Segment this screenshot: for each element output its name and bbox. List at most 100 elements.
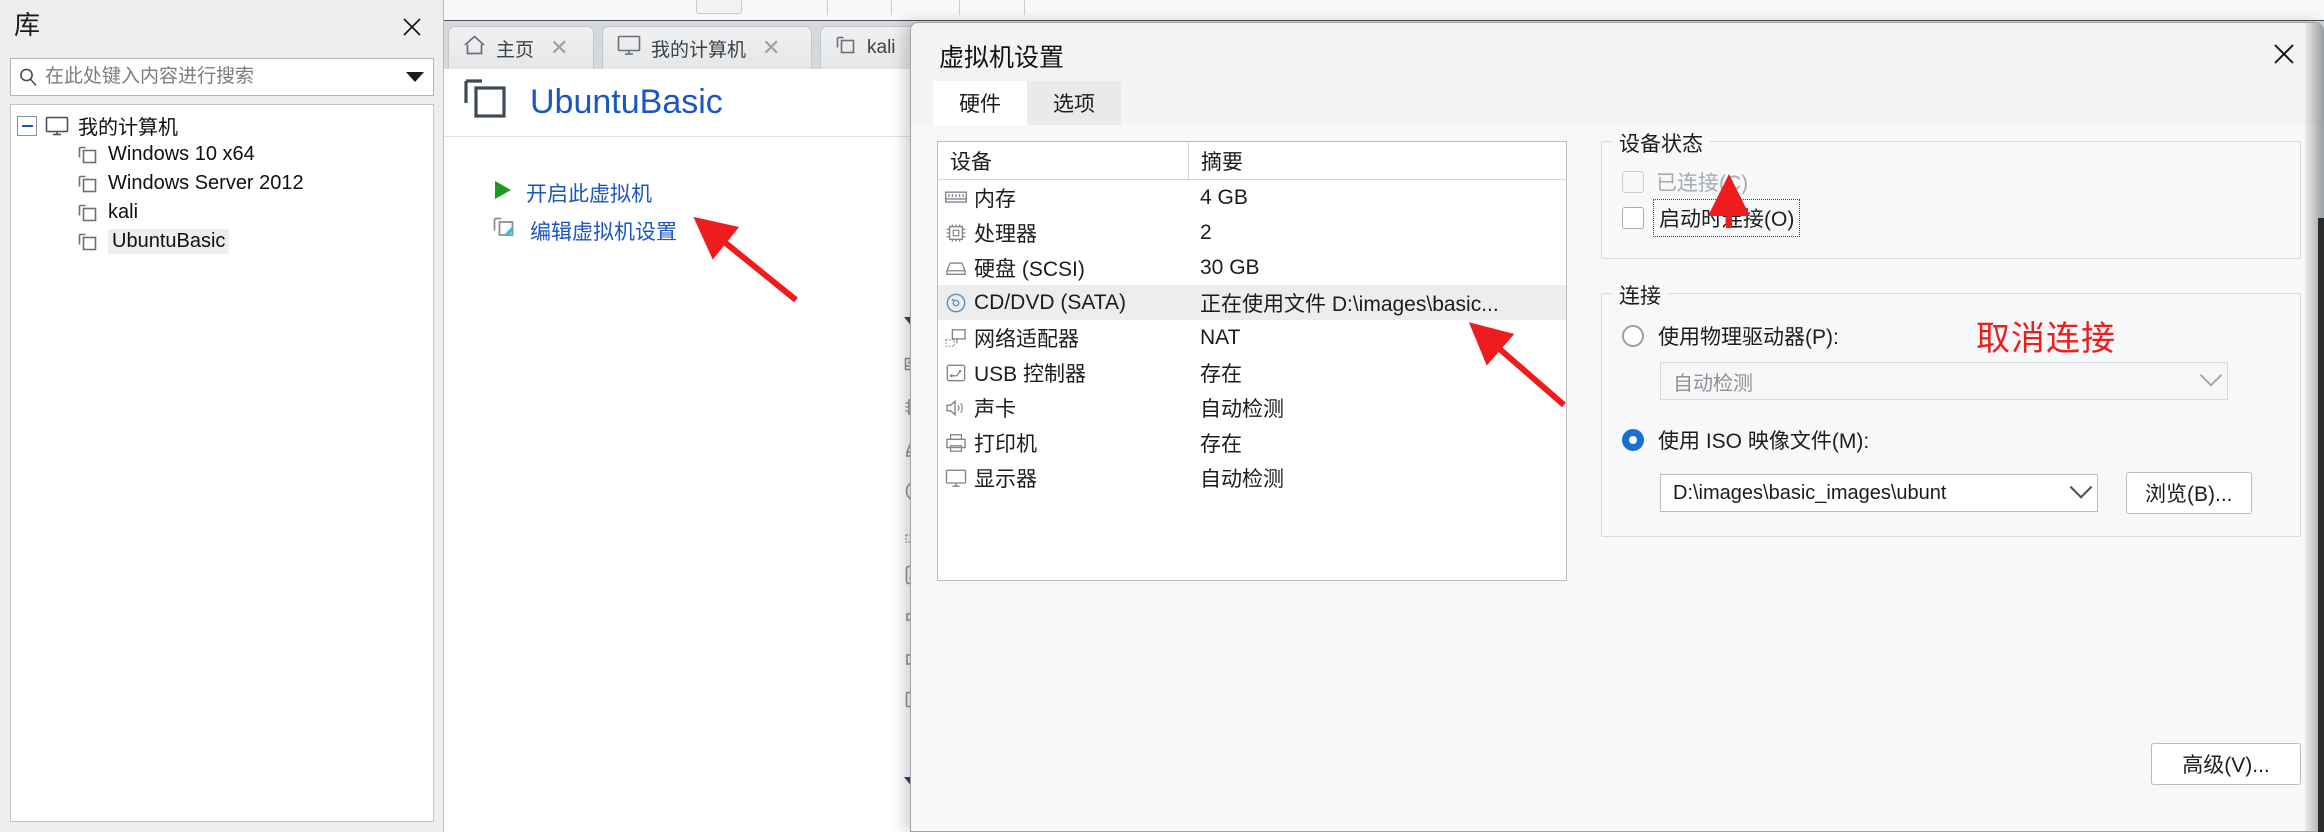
library-title: 库: [14, 10, 41, 40]
tab-hardware[interactable]: 硬件: [933, 81, 1027, 125]
vm-settings-dialog: 虚拟机设置 硬件 选项 设备 摘要 内存 4 GB 处理器 2 硬盘 (SCSI…: [910, 22, 2324, 832]
chevron-down-icon[interactable]: [397, 72, 433, 82]
close-icon[interactable]: ✕: [550, 37, 568, 59]
cpu-icon: [938, 223, 974, 243]
device-summary: 自动检测: [1200, 467, 1284, 491]
device-summary: 自动检测: [1200, 397, 1284, 421]
list-item-label: Windows 10 x64: [108, 143, 255, 165]
monitor-icon: [617, 35, 641, 62]
tab-my-computer[interactable]: 我的计算机 ✕: [602, 26, 812, 69]
connection-group: 连接 使用物理驱动器(P): 自动检测 使用 ISO 映像文件(M): D:\i…: [1601, 280, 2301, 537]
power-on-vm-link[interactable]: 开启此虚拟机: [492, 178, 652, 208]
connected-checkbox-row[interactable]: 已连接(C): [1622, 164, 2280, 200]
play-icon: [492, 179, 514, 207]
physical-drive-radio-row[interactable]: 使用物理驱动器(P):: [1622, 316, 2280, 356]
toolbar-divider: [827, 0, 828, 15]
advanced-button-wrap: 高级(V)...: [1601, 743, 2301, 785]
library-tree: 我的计算机 Windows 10 x64 Windows Server 2012…: [10, 104, 434, 822]
display-icon: [938, 468, 974, 488]
library-panel: 库 我的计算机 Windo: [0, 0, 444, 832]
tab-options[interactable]: 选项: [1027, 81, 1121, 125]
dialog-body: 设备 摘要 内存 4 GB 处理器 2 硬盘 (SCSI) 30 GB CD/D…: [911, 125, 2323, 831]
table-row[interactable]: 硬盘 (SCSI) 30 GB: [938, 250, 1566, 285]
iso-path-value: D:\images\basic_images\ubunt: [1673, 481, 1947, 504]
connect-at-power-on-row[interactable]: 启动时连接(O): [1622, 199, 2280, 237]
iso-path-select[interactable]: D:\images\basic_images\ubunt: [1660, 474, 2098, 512]
tree-root-my-computer[interactable]: 我的计算机: [11, 111, 433, 140]
device-name: 网络适配器: [974, 327, 1079, 351]
list-item-label: kali: [108, 201, 139, 223]
vm-icon: [77, 232, 99, 252]
edit-vm-settings-label: 编辑虚拟机设置: [530, 221, 677, 244]
close-icon[interactable]: ✕: [762, 37, 780, 59]
search-icon: [11, 67, 45, 87]
advanced-button[interactable]: 高级(V)...: [2151, 743, 2301, 785]
physical-drive-value: 自动检测: [1673, 372, 1753, 395]
device-table-header: 设备 摘要: [938, 141, 1566, 180]
edit-vm-settings-link[interactable]: 编辑虚拟机设置: [492, 216, 677, 246]
connection-legend: 连接: [1612, 280, 1668, 310]
browse-button-label: 浏览(B)...: [2145, 483, 2233, 506]
close-icon[interactable]: [399, 14, 425, 40]
tab-label: 我的计算机: [651, 39, 747, 61]
table-row-selected[interactable]: CD/DVD (SATA) 正在使用文件 D:\images\basic...: [938, 285, 1566, 320]
power-on-vm-label: 开启此虚拟机: [526, 183, 652, 206]
device-name: 内存: [974, 187, 1016, 211]
list-item[interactable]: Windows Server 2012: [11, 169, 433, 198]
network-icon: [938, 328, 974, 348]
table-row[interactable]: 处理器 2: [938, 215, 1566, 250]
dialog-title: 虚拟机设置: [939, 44, 1065, 72]
search-bar[interactable]: [10, 58, 434, 96]
device-status-legend: 设备状态: [1612, 128, 1710, 158]
connect-at-power-on-label: 启动时连接(O): [1652, 199, 1801, 237]
iso-file-radio[interactable]: [1622, 429, 1644, 451]
device-name: 处理器: [974, 222, 1037, 246]
usb-icon: [938, 363, 974, 383]
physical-drive-radio[interactable]: [1622, 325, 1644, 347]
connect-at-power-on-checkbox[interactable]: [1622, 207, 1644, 229]
dialog-tabs: 硬件 选项: [933, 81, 1121, 125]
device-summary: 4 GB: [1200, 185, 1248, 209]
table-row[interactable]: 网络适配器 NAT: [938, 320, 1566, 355]
vm-icon: [77, 203, 99, 223]
table-row[interactable]: 声卡 自动检测: [938, 390, 1566, 425]
monitor-icon: [45, 116, 69, 136]
toolbar-button[interactable]: [696, 0, 742, 14]
toolbar-divider: [959, 0, 960, 15]
search-input[interactable]: [45, 66, 397, 88]
page-title: UbuntuBasic: [530, 83, 723, 121]
chevron-down-icon: [2069, 476, 2093, 499]
device-summary: NAT: [1200, 325, 1241, 349]
physical-drive-select[interactable]: 自动检测: [1660, 362, 2228, 400]
column-header-device: 设备: [950, 150, 992, 174]
vm-icon: [77, 145, 99, 165]
device-config-pane: 设备状态 已连接(C) 启动时连接(O) 连接 使用物理驱动器(P): 自动检测…: [1601, 128, 2301, 537]
library-header: 库: [0, 0, 443, 56]
close-icon[interactable]: [2267, 37, 2301, 71]
connected-checkbox[interactable]: [1622, 171, 1644, 193]
edit-settings-icon: [492, 216, 518, 246]
memory-icon: [938, 189, 974, 207]
device-status-group: 设备状态 已连接(C) 启动时连接(O): [1601, 128, 2301, 259]
list-item[interactable]: kali: [11, 198, 433, 227]
table-row[interactable]: 显示器 自动检测: [938, 460, 1566, 495]
table-row[interactable]: USB 控制器 存在: [938, 355, 1566, 390]
iso-file-radio-row[interactable]: 使用 ISO 映像文件(M):: [1622, 420, 2280, 460]
tab-home[interactable]: 主页 ✕: [448, 26, 594, 69]
table-row[interactable]: 内存 4 GB: [938, 180, 1566, 215]
device-table: 设备 摘要 内存 4 GB 处理器 2 硬盘 (SCSI) 30 GB CD/D…: [937, 141, 1567, 581]
list-item-selected[interactable]: UbuntuBasic: [11, 227, 433, 256]
toolbar-divider: [891, 0, 892, 15]
vm-icon: [462, 77, 512, 128]
list-item[interactable]: Windows 10 x64: [11, 140, 433, 169]
table-row[interactable]: 打印机 存在: [938, 425, 1566, 460]
iso-file-label: 使用 ISO 映像文件(M):: [1658, 430, 1870, 453]
chevron-down-icon: [2199, 364, 2223, 387]
browse-button[interactable]: 浏览(B)...: [2126, 472, 2252, 514]
advanced-button-label: 高级(V)...: [2182, 754, 2270, 777]
device-summary: 正在使用文件 D:\images\basic...: [1200, 292, 1499, 316]
tab-label: kali: [867, 37, 896, 58]
sound-icon: [938, 398, 974, 418]
list-item-label: UbuntuBasic: [108, 229, 230, 254]
expander-icon[interactable]: [17, 115, 37, 136]
